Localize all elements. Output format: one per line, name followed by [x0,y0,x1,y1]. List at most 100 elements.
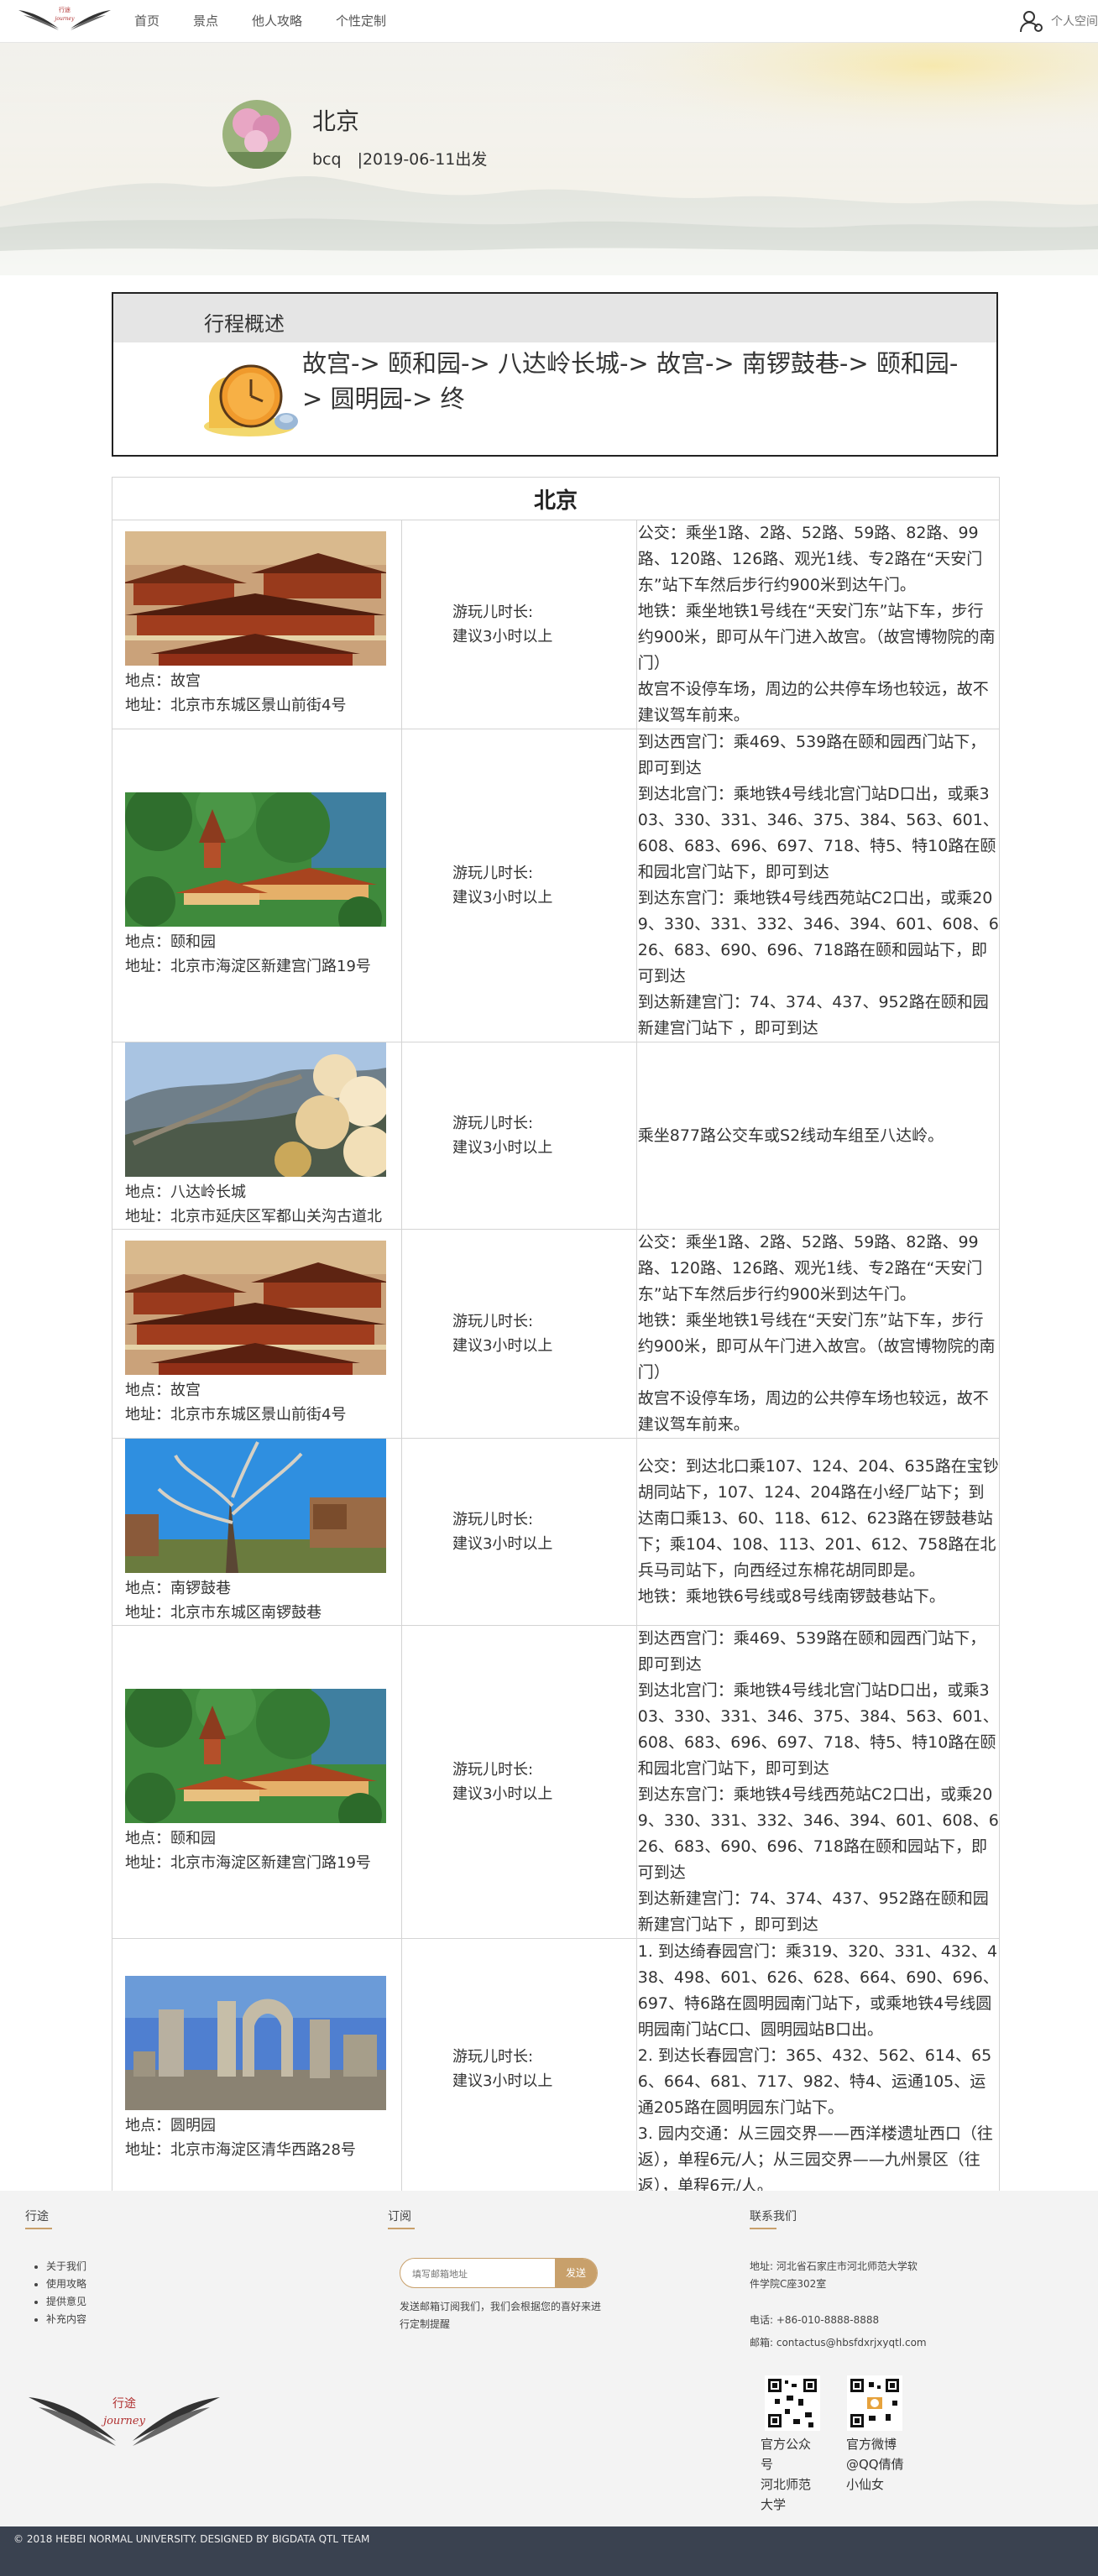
table-row: 地点：故宫 地址：北京市东城区景山前街4号 游玩儿时长: 建议3小时以上 公交：… [112,520,1001,729]
footer-contact-title: 联系我们 [750,2210,797,2223]
contact-phone: 电话: +86-010-8888-8888 [750,2314,880,2326]
top-nav: 行途 journey 首页 景点 他人攻略 个性定制 个人空间 [0,0,1098,43]
table-row: 地点：故宫 地址：北京市东城区景山前街4号 游玩儿时长: 建议3小时以上 公交：… [112,1229,1001,1439]
footer-link-about[interactable]: 关于我们 [46,2258,86,2276]
place-address: 地址：北京市东城区南锣鼓巷 [125,1604,322,1622]
footer-link-feedback[interactable]: 提供意见 [46,2293,86,2311]
user-icon [1020,11,1043,33]
place-name: 地点：颐和园 [125,1830,216,1847]
trip-author-date: bcq |2019-06-11出发 [312,150,488,169]
table-row: 地点：圆明园 地址：北京市海淀区清华西路28号 游玩儿时长: 建议3小时以上 1… [112,1938,1001,2200]
footer-divider [750,2228,776,2229]
place-cell: 地点：南锣鼓巷 地址：北京市东城区南锣鼓巷 [112,1438,402,1626]
traffic-info: 公交：乘坐1路、2路、52路、59路、82路、99路、120路、126路、观光1… [637,524,996,724]
duration-value: 建议3小时以上 [452,889,553,907]
place-name: 地点：圆明园 [125,2117,216,2134]
subscribe-form: 发送 [400,2258,598,2288]
forbidden-city-photo[interactable] [125,1241,386,1375]
landscape-background [0,43,1098,275]
place-cell: 地点：圆明园 地址：北京市海淀区清华西路28号 [112,1938,402,2200]
traffic-info: 公交：乘坐1路、2路、52路、59路、82路、99路、120路、126路、观光1… [637,1233,996,1434]
duration-value: 建议3小时以上 [452,1139,553,1157]
traffic-info: 乘坐877路公交车或S2线动车组至八达岭。 [637,1126,944,1145]
nav-others-guides[interactable]: 他人攻略 [235,0,319,42]
trip-banner: 北京 bcq |2019-06-11出发 [0,43,1098,275]
duration-cell: 游玩儿时长: 建议3小时以上 [400,1625,637,1939]
duration-cell: 游玩儿时长: 建议3小时以上 [400,729,637,1042]
traffic-cell: 乘坐877路公交车或S2线动车组至八达岭。 [635,1042,1001,1230]
copyright-bar: © 2018 HEBEI NORMAL UNIVERSITY. DESIGNED… [0,2526,1098,2576]
traffic-cell: 到达西宫门：乘469、539路在颐和园西门站下，即可到达 到达北宫门：乘地铁4号… [635,1625,1001,1939]
traffic-cell: 公交：到达北口乘107、124、204、635路在宝钞胡同站下，107、124、… [635,1438,1001,1626]
traffic-cell: 公交：乘坐1路、2路、52路、59路、82路、99路、120路、126路、观光1… [635,520,1001,729]
svg-text:journey: journey [53,16,75,22]
place-cell: 地点：颐和园 地址：北京市海淀区新建宫门路19号 [112,729,402,1042]
nanluoguxiang-photo[interactable] [125,1439,386,1573]
traffic-cell: 1. 到达绮春园宫门：乘319、320、331、432、438、498、601、… [635,1938,1001,2200]
duration-value: 建议3小时以上 [452,2072,553,2090]
duration-value: 建议3小时以上 [452,1337,553,1355]
place-cell: 地点：故宫 地址：北京市东城区景山前街4号 [112,1229,402,1439]
svg-text:行途: 行途 [112,2396,136,2411]
journey-logo[interactable]: 行途 journey [15,3,114,37]
traffic-cell: 公交：乘坐1路、2路、52路、59路、82路、99路、120路、126路、观光1… [635,1229,1001,1439]
table-row: 地点：颐和园 地址：北京市海淀区新建宫门路19号 游玩儿时长: 建议3小时以上 … [112,729,1001,1042]
place-name: 地点：故宫 [125,1382,201,1399]
wechat-qr-caption: 官方公众号 河北师范大学 [761,2437,812,2512]
duration-value: 建议3小时以上 [452,1535,553,1553]
nav-home[interactable]: 首页 [134,0,176,42]
duration-value: 建议3小时以上 [452,1785,553,1803]
place-address: 地址：北京市东城区景山前街4号 [125,1406,347,1424]
subscribe-note: 发送邮箱订阅我们，我们会根据您的喜好来进行定制提醒 [400,2301,602,2330]
trip-city-title: 北京 [312,107,360,135]
forbidden-city-photo[interactable] [125,531,386,666]
great-wall-photo[interactable] [125,1042,386,1177]
place-address: 地址：北京市海淀区清华西路28号 [125,2141,356,2159]
footer-divider [388,2228,415,2229]
duration-cell: 游玩儿时长: 建议3小时以上 [400,1229,637,1439]
duration-cell: 游玩儿时长: 建议3小时以上 [400,1938,637,2200]
place-cell: 地点：故宫 地址：北京市东城区景山前街4号 [112,520,402,729]
summary-header: 行程概述 [113,294,996,342]
subscribe-send-button[interactable]: 发送 [555,2259,597,2287]
summer-palace-photo[interactable] [125,1689,386,1823]
place-address: 地址：北京市东城区景山前街4号 [125,697,347,714]
place-name: 地点：故宫 [125,672,201,690]
footer-brand-title: 行途 [25,2210,49,2223]
user-space-link[interactable]: 个人空间 [1019,0,1098,42]
wechat-qr-code [765,2375,820,2431]
footer-divider [25,2228,52,2229]
nav-attractions[interactable]: 景点 [176,0,235,42]
contact-email[interactable]: 邮箱: contactus@hbsfdxrjxyqtl.com [750,2334,927,2352]
author-avatar[interactable] [222,100,291,169]
place-cell: 地点：八达岭长城 地址：北京市延庆区军都山关沟古道北 [112,1042,402,1230]
table-header-city: 北京 [112,477,1000,520]
nav-custom[interactable]: 个性定制 [319,0,403,42]
footer-link-usage[interactable]: 使用攻略 [46,2276,86,2293]
table-header-row: 北京 [112,477,1000,520]
duration-value: 建议3小时以上 [452,628,553,645]
footer-subscribe-title: 订阅 [388,2210,411,2223]
user-space-label: 个人空间 [1051,15,1098,29]
old-summer-palace-photo[interactable] [125,1976,386,2110]
itinerary-summary: 行程概述 故宫-> 颐和园-> 八达岭长城-> 故宫-> 南锣鼓巷-> 颐和园-… [112,292,998,457]
traffic-info: 公交：到达北口乘107、124、204、635路在宝钞胡同站下，107、124、… [637,1457,999,1606]
duration-cell: 游玩儿时长: 建议3小时以上 [400,1438,637,1626]
weibo-qr-caption: 官方微博 @QQ倩倩小仙女 [846,2437,904,2492]
summer-palace-photo[interactable] [125,792,386,927]
subscribe-email-input[interactable] [400,2259,570,2287]
traffic-info: 到达西宫门：乘469、539路在颐和园西门站下，即可到达 到达北宫门：乘地铁4号… [637,733,999,1037]
duration-label: 游玩儿时长: [452,1115,534,1132]
weibo-qr-code [847,2375,902,2431]
table-row: 地点：八达岭长城 地址：北京市延庆区军都山关沟古道北 游玩儿时长: 建议3小时以… [112,1042,1001,1230]
place-name: 地点：颐和园 [125,933,216,951]
place-name: 地点：南锣鼓巷 [125,1580,231,1597]
traffic-info: 到达西宫门：乘469、539路在颐和园西门站下，即可到达 到达北宫门：乘地铁4号… [637,1629,999,1934]
footer-link-supplement[interactable]: 补充内容 [46,2311,86,2328]
site-footer: 行途 关于我们 使用攻略 提供意见 补充内容 行途 journey 订阅 发送 … [0,2191,1098,2526]
clock-illustration-icon [204,364,298,436]
place-cell: 地点：颐和园 地址：北京市海淀区新建宫门路19号 [112,1625,402,1939]
duration-cell: 游玩儿时长: 建议3小时以上 [400,1042,637,1230]
traffic-info: 1. 到达绮春园宫门：乘319、320、331、432、438、498、601、… [637,1942,999,2195]
main-menu: 首页 景点 他人攻略 个性定制 [134,0,403,42]
